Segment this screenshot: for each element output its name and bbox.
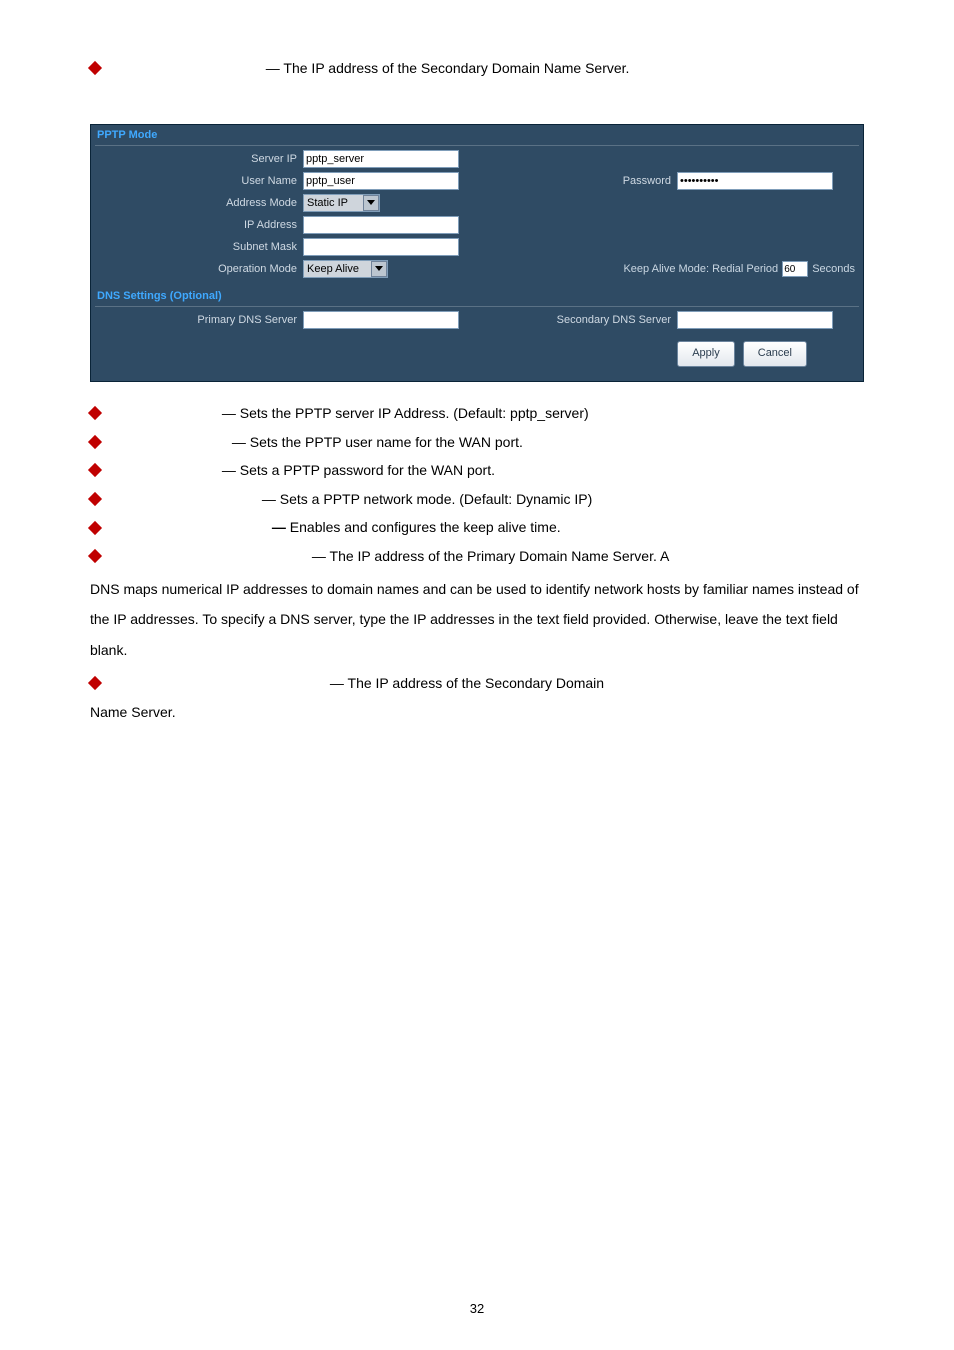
bullet-5-dash: — (268, 519, 290, 535)
server-ip-input[interactable] (303, 150, 459, 168)
bullet-6: — The IP address of the Primary Domain N… (308, 548, 669, 564)
bullet-1: — Sets the PPTP server IP Address. (Defa… (218, 405, 589, 421)
bullet-4: — Sets a PPTP network mode. (Default: Dy… (258, 491, 592, 507)
primary-dns-label: Primary DNS Server (91, 314, 303, 326)
bullet-diamond-icon (88, 463, 102, 477)
top-note: — The IP address of the Secondary Domain… (266, 60, 630, 76)
primary-dns-input[interactable] (303, 311, 459, 329)
secondary-dns-label: Secondary DNS Server (551, 314, 677, 326)
dns-paragraph: DNS maps numerical IP addresses to domai… (90, 574, 864, 666)
bullet-diamond-icon (88, 435, 102, 449)
address-mode-value: Static IP (307, 197, 359, 209)
address-mode-label: Address Mode (91, 197, 303, 209)
operation-mode-label: Operation Mode (91, 263, 303, 275)
ip-address-input[interactable] (303, 216, 459, 234)
page-number: 32 (0, 1301, 954, 1316)
chevron-down-icon (371, 261, 387, 277)
bullet-diamond-icon (88, 406, 102, 420)
dns-section-title: DNS Settings (Optional) (91, 284, 863, 306)
operation-mode-select[interactable]: Keep Alive (303, 260, 388, 278)
bullet-3: — Sets a PPTP password for the WAN port. (218, 462, 495, 478)
user-name-input[interactable] (303, 172, 459, 190)
apply-button[interactable]: Apply (677, 341, 735, 367)
subnet-mask-label: Subnet Mask (91, 241, 303, 253)
bullet-diamond-icon (88, 521, 102, 535)
password-input[interactable] (677, 172, 833, 190)
user-name-label: User Name (91, 175, 303, 187)
bullet-7: — The IP address of the Secondary Domain (326, 675, 604, 691)
redial-seconds-label: Seconds (812, 263, 855, 275)
bullet-diamond-icon (88, 676, 102, 690)
pptp-config-panel: PPTP Mode Server IP User Name Password A… (90, 124, 864, 382)
redial-period-input[interactable] (782, 261, 808, 277)
cancel-button[interactable]: Cancel (743, 341, 807, 367)
panel-title: PPTP Mode (91, 125, 863, 145)
bullet-2: — Sets the PPTP user name for the WAN po… (228, 434, 523, 450)
server-ip-label: Server IP (91, 153, 303, 165)
operation-mode-value: Keep Alive (307, 263, 367, 275)
redial-period-label: Keep Alive Mode: Redial Period (623, 263, 778, 275)
bullet-5: Enables and configures the keep alive ti… (290, 519, 561, 535)
bullet-diamond-icon (88, 61, 102, 75)
body-text: — Sets the PPTP server IP Address. (Defa… (90, 400, 864, 725)
ip-address-label: IP Address (91, 219, 303, 231)
tail-text: Name Server. (90, 704, 176, 720)
bullet-diamond-icon (88, 492, 102, 506)
chevron-down-icon (363, 195, 379, 211)
password-label: Password (561, 175, 677, 187)
address-mode-select[interactable]: Static IP (303, 194, 380, 212)
bullet-diamond-icon (88, 549, 102, 563)
subnet-mask-input[interactable] (303, 238, 459, 256)
secondary-dns-input[interactable] (677, 311, 833, 329)
